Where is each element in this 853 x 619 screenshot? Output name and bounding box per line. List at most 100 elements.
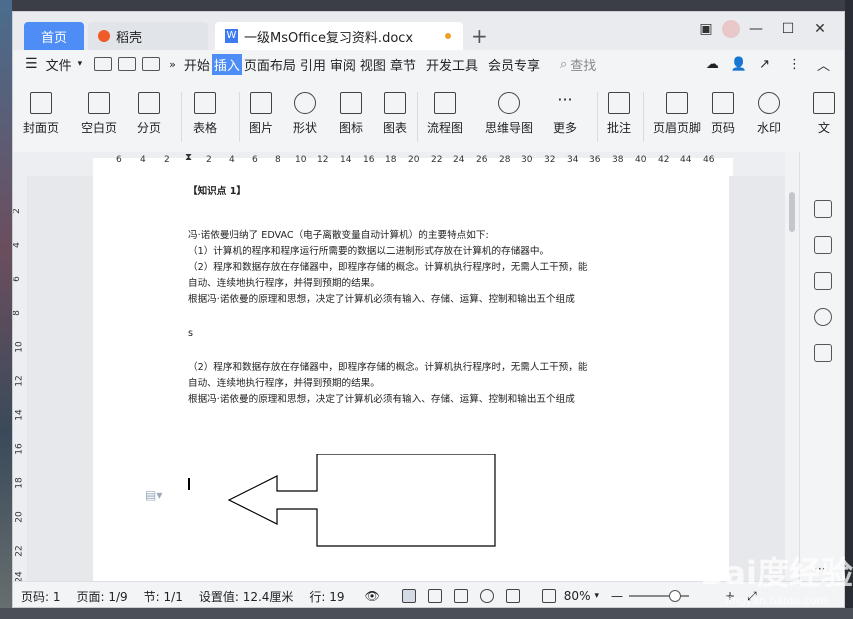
doc-line: 根据冯·诺依曼的原理和思想，决定了计算机必须有输入、存储、运算、控制和输出五个组… — [188, 394, 575, 405]
doc-line: （2）程序和数据存放在存储器中，即程序存储的概念。计算机执行程序时，无需人工干预… — [188, 362, 588, 373]
bar-chart-icon — [384, 92, 406, 114]
picture-button[interactable]: 图片 — [249, 92, 273, 136]
vruler-tick: 18 — [14, 477, 25, 489]
ruler-tick: 20 — [408, 155, 420, 165]
minimize-button[interactable]: — — [740, 21, 772, 37]
status-setting[interactable]: 设置值: 12.4厘米 — [199, 588, 294, 605]
shape-button[interactable]: 形状 — [293, 92, 317, 136]
ribbon-separator — [597, 92, 598, 142]
header-footer-icon — [666, 92, 688, 114]
comment-button[interactable]: 批注 — [607, 92, 631, 136]
watermark-button[interactable]: 水印 — [757, 92, 781, 136]
more-icon[interactable]: ⋮ — [788, 57, 801, 72]
zoom-dropdown-icon[interactable]: ▾ — [594, 591, 599, 601]
vertical-ruler[interactable]: 2 4 6 8 10 12 14 16 18 20 22 24 — [13, 176, 27, 583]
hamburger-icon[interactable]: ☰ — [25, 56, 38, 72]
status-page-number[interactable]: 页码: 1 — [21, 588, 61, 605]
select-cursor-icon[interactable] — [814, 236, 832, 254]
search-label[interactable]: 查找 — [570, 55, 596, 74]
menu-member[interactable]: 会员专享 — [486, 55, 542, 74]
table-button[interactable]: 表格 — [193, 92, 217, 136]
settings-sliders-icon[interactable] — [814, 272, 832, 290]
document-page[interactable]: 【知识点 1】 冯·诺依曼归纳了 EDVAC（电子离散变量自动计算机）的主要特点… — [93, 176, 729, 581]
cover-page-button[interactable]: 封面页 — [23, 92, 59, 136]
backup-icon[interactable] — [814, 344, 832, 362]
status-pages[interactable]: 页面: 1/9 — [77, 588, 128, 605]
status-row[interactable]: 行: 19 — [309, 588, 344, 605]
save-icon[interactable] — [94, 57, 113, 71]
print-icon[interactable] — [142, 57, 161, 71]
format-painter-icon[interactable] — [118, 57, 137, 71]
ruler-tick: 4 — [140, 155, 146, 165]
scrollbar-thumb[interactable] — [789, 192, 795, 232]
vruler-tick: 10 — [14, 341, 25, 353]
menu-chapter[interactable]: 章节 — [388, 55, 418, 74]
collapse-ribbon-icon[interactable]: ︿ — [817, 55, 830, 74]
menu-review[interactable]: 审阅 — [328, 55, 358, 74]
share-icon[interactable]: ↗ — [759, 57, 770, 72]
text-button[interactable]: 文 — [813, 92, 835, 136]
header-footer-button[interactable]: 页眉页脚 — [653, 92, 701, 136]
writing-mode-icon[interactable] — [505, 589, 520, 603]
horizontal-ruler[interactable]: 6 4 2 2 4 6 8 10 12 14 16 18 20 22 24 26… — [13, 152, 785, 176]
paste-options-icon[interactable]: ▤▾ — [145, 488, 162, 502]
menu-start[interactable]: 开始 — [182, 55, 212, 74]
more-button[interactable]: ··· 更多 — [553, 92, 577, 136]
new-tab-button[interactable]: + — [471, 24, 488, 48]
status-section[interactable]: 节: 1/1 — [144, 588, 183, 605]
zoom-level[interactable]: 80% — [564, 589, 591, 603]
zoom-slider-handle[interactable] — [669, 590, 681, 602]
user-add-icon[interactable]: 👤 — [731, 57, 747, 72]
avatar[interactable] — [722, 20, 740, 38]
ruler-tick: 2 — [206, 155, 212, 165]
cloud-sync-icon[interactable]: ☁ — [706, 57, 719, 72]
mindmap-button[interactable]: 思维导图 — [485, 92, 533, 136]
search-icon[interactable]: ⌕ — [560, 57, 567, 72]
chart-button[interactable]: 图表 — [383, 92, 407, 136]
flowchart-button[interactable]: 流程图 — [427, 92, 463, 136]
page-break-icon — [138, 92, 160, 114]
edit-pen-icon[interactable] — [814, 200, 832, 218]
page-view-icon[interactable] — [401, 589, 416, 603]
icon-button[interactable]: 图标 — [339, 92, 363, 136]
more-chevron-icon[interactable]: » — [169, 58, 176, 71]
tab-daoke[interactable]: 稻壳 — [88, 22, 208, 50]
cover-page-icon — [30, 92, 52, 114]
menu-insert[interactable]: 插入 — [211, 53, 242, 75]
zoom-out-button[interactable]: — — [611, 589, 623, 603]
word-doc-icon: W — [225, 29, 238, 43]
text-box-icon — [813, 92, 835, 114]
menu-file[interactable]: 文件 — [44, 55, 74, 74]
reading-view-icon[interactable] — [453, 589, 468, 603]
vruler-tick: 12 — [14, 375, 25, 387]
maximize-button[interactable]: ☐ — [772, 21, 804, 37]
ellipsis-icon: ··· — [557, 90, 573, 109]
help-icon[interactable] — [814, 308, 832, 326]
tab-document[interactable]: W 一级MsOffice复习资料.docx — [215, 22, 463, 50]
indent-marker-icon[interactable]: ⧗ — [185, 152, 192, 163]
page-break-button[interactable]: 分页 — [137, 92, 161, 136]
menu-page-layout[interactable]: 页面布局 — [242, 55, 298, 74]
ribbon-insert: 封面页 空白页 分页 表格 图片 形状 图标 图表 流程图 思维导图 ··· 更多… — [13, 78, 844, 153]
close-button[interactable]: ✕ — [804, 21, 836, 37]
page-number-icon — [712, 92, 734, 114]
menu-view[interactable]: 视图 — [358, 55, 388, 74]
workspace-icon[interactable]: ▣ — [690, 21, 722, 37]
page-number-button[interactable]: 页码 — [711, 92, 735, 136]
outline-view-icon[interactable] — [427, 589, 442, 603]
vertical-scrollbar[interactable] — [785, 152, 799, 581]
text-cursor — [188, 478, 190, 490]
blank-page-button[interactable]: 空白页 — [81, 92, 117, 136]
flowchart-icon — [434, 92, 456, 114]
eye-protect-icon[interactable]: 👁 — [365, 589, 380, 603]
fit-page-icon[interactable] — [541, 589, 556, 603]
menu-developer[interactable]: 开发工具 — [424, 55, 480, 74]
ribbon-separator — [239, 92, 240, 142]
left-arrow-shape[interactable] — [227, 454, 499, 550]
zoom-slider[interactable] — [629, 590, 689, 602]
vruler-tick: 20 — [14, 511, 25, 523]
web-view-icon[interactable] — [479, 589, 494, 603]
ruler-tick: 40 — [635, 155, 647, 165]
menu-reference[interactable]: 引用 — [298, 55, 328, 74]
tab-home[interactable]: 首页 — [24, 22, 84, 50]
